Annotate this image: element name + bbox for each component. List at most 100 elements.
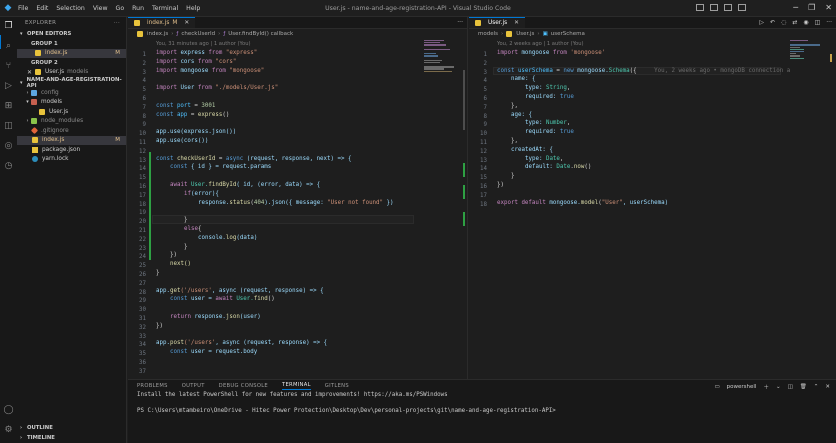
run-icon[interactable]: ▷ (759, 19, 764, 26)
breadcrumb-item[interactable]: checkUserId (181, 31, 215, 37)
gitlens-icon[interactable]: ◎ (3, 141, 14, 152)
chevron-down-icon[interactable]: ⌄ (776, 384, 781, 390)
close-window-icon[interactable]: ✕ (825, 3, 832, 12)
tree-item-package-json[interactable]: package.json (17, 145, 126, 155)
tree-item-config[interactable]: › config (17, 88, 126, 98)
tab-user-js[interactable]: User.js ✕ (469, 17, 526, 28)
code-token: , (566, 120, 571, 127)
line-number: 32 (139, 324, 146, 331)
search-icon[interactable]: ⌕ (3, 41, 14, 52)
explorer-icon[interactable]: ❐ (3, 21, 14, 32)
menu-file[interactable]: File (18, 5, 28, 12)
manage-gear-icon[interactable]: ⚙ (3, 425, 14, 436)
function-icon: ƒ (176, 31, 179, 37)
toggle-secondary-sidebar-icon[interactable] (724, 4, 732, 11)
menu-terminal[interactable]: Terminal (152, 5, 178, 12)
tab-output[interactable]: OUTPUT (182, 383, 205, 389)
more-actions-icon[interactable]: ··· (826, 19, 832, 26)
tab-debug-console[interactable]: DEBUG CONSOLE (219, 383, 268, 389)
account-icon[interactable]: ◯ (3, 405, 14, 416)
open-editors-section[interactable]: ▾ OPEN EDITORS (17, 29, 126, 39)
split-editor-icon[interactable]: ◫ (815, 19, 821, 26)
extensions-icon[interactable]: ⊞ (3, 101, 14, 112)
tree-item-index-js[interactable]: index.js M (17, 135, 126, 145)
code-line: }) (156, 322, 163, 329)
menu-selection[interactable]: Selection (56, 5, 85, 12)
codelens-blame[interactable]: You, 31 minutes ago | 1 author (You) (128, 39, 467, 48)
menu-run[interactable]: Run (132, 5, 144, 12)
right-minimap[interactable] (790, 40, 826, 60)
tab-label: User.js (488, 20, 508, 26)
breadcrumb-item[interactable]: index.js (147, 31, 168, 37)
open-changes-icon[interactable]: ◌ (781, 19, 786, 26)
gitlens-icon[interactable]: ◉ (803, 19, 808, 26)
run-debug-icon[interactable]: ▷ (3, 81, 14, 92)
customize-layout-icon[interactable] (738, 4, 746, 11)
shell-name[interactable]: powershell (727, 384, 757, 390)
code-token: import (156, 58, 177, 65)
codelens-blame[interactable]: You, 2 weeks ago | 1 author (You) (469, 39, 836, 48)
more-actions-icon[interactable]: ··· (114, 20, 120, 26)
compare-icon[interactable]: ⇄ (792, 19, 797, 26)
close-tab-icon[interactable]: ✕ (184, 20, 189, 26)
code-area[interactable]: import express from "express" import cor… (128, 48, 467, 368)
toggle-panel-icon[interactable] (710, 4, 718, 11)
panel-actions: ▭ powershell ＋ ⌄ ◫ 🗑 ⌃ ✕ (714, 383, 830, 391)
close-icon[interactable]: ✕ (27, 69, 35, 76)
split-terminal-icon[interactable]: ◫ (788, 384, 793, 390)
minimap-line (424, 44, 446, 46)
menu-view[interactable]: View (93, 5, 108, 12)
terminal-output[interactable]: Install the latest PowerShell for new fe… (128, 392, 836, 416)
menu-help[interactable]: Help (186, 5, 200, 12)
tree-item-models[interactable]: ▾ models (17, 98, 126, 108)
open-editor-user-js[interactable]: ✕ User.js models (17, 68, 126, 78)
js-file-icon (506, 31, 513, 37)
outline-section[interactable]: › OUTLINE (17, 423, 127, 433)
go-back-icon[interactable]: ↶ (770, 19, 775, 26)
right-editor-actions: ▷ ↶ ◌ ⇄ ◉ ◫ ··· (759, 19, 832, 26)
close-panel-icon[interactable]: ✕ (825, 384, 830, 390)
breadcrumb-item[interactable]: User.findById() callback (228, 31, 293, 37)
restore-icon[interactable]: ❐ (808, 3, 815, 12)
tab-gitlens[interactable]: GITLENS (325, 383, 349, 389)
new-terminal-icon[interactable]: ＋ (763, 383, 769, 391)
function-icon: ƒ (223, 31, 226, 37)
minimize-icon[interactable]: ─ (793, 3, 798, 12)
breadcrumb-item[interactable]: models (478, 31, 498, 37)
timeline-icon[interactable]: ◷ (3, 161, 14, 172)
chevron-down-icon: ▾ (20, 80, 23, 86)
project-section[interactable]: ▾ NAME-AND-AGE-REGISTRATION-API (17, 77, 126, 89)
tree-item-node-modules[interactable]: › node_modules (17, 117, 126, 127)
maximize-panel-icon[interactable]: ⌃ (814, 384, 819, 390)
code-token: import (156, 67, 177, 74)
toggle-sidebar-icon[interactable] (696, 4, 704, 11)
line-number: 22 (139, 236, 146, 243)
menu-edit[interactable]: Edit (36, 5, 48, 12)
breadcrumb-item[interactable]: User.js (516, 31, 534, 37)
tab-index-js[interactable]: index.js M ✕ (128, 17, 196, 28)
js-file-icon (475, 20, 481, 26)
minimap-line (424, 59, 442, 61)
minimap-line (424, 66, 454, 68)
more-actions-icon[interactable]: ··· (457, 19, 463, 26)
tab-terminal[interactable]: TERMINAL (282, 382, 311, 390)
close-tab-icon[interactable]: ✕ (514, 20, 519, 26)
line-number: 7 (142, 104, 147, 111)
left-scrollbar-thumb[interactable] (463, 70, 465, 130)
trash-icon[interactable]: 🗑 (800, 384, 807, 390)
breadcrumb-item[interactable]: userSchema (551, 31, 585, 37)
minimap-line (424, 40, 444, 42)
tree-item-gitignore[interactable]: .gitignore (17, 126, 126, 136)
tree-item-yarn-lock[interactable]: yarn.lock (17, 155, 126, 165)
left-tab-bar: index.js M ✕ ··· (128, 17, 467, 29)
remote-explorer-icon[interactable]: ◫ (3, 121, 14, 132)
tree-item-user-js[interactable]: User.js (17, 107, 126, 117)
source-control-icon[interactable]: ⑂ (3, 61, 14, 72)
code-token: app. (156, 287, 170, 294)
left-minimap[interactable] (424, 40, 460, 73)
code-area[interactable]: import mongoose from 'mongoose' const us… (469, 48, 836, 368)
timeline-section[interactable]: › TIMELINE (17, 433, 127, 443)
open-editor-index-js[interactable]: index.js M (17, 48, 126, 58)
tab-problems[interactable]: PROBLEMS (137, 383, 168, 389)
menu-go[interactable]: Go (116, 5, 125, 12)
